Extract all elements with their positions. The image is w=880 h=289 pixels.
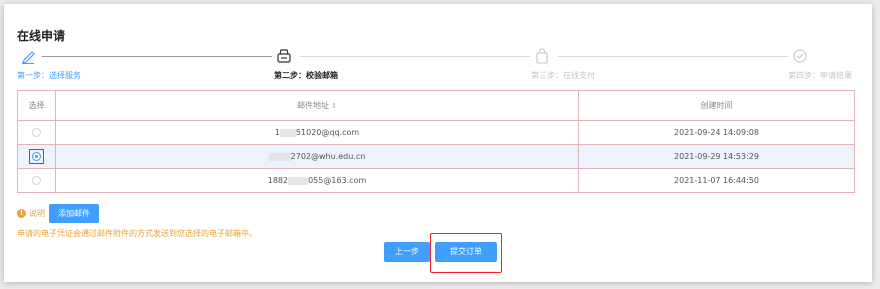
email-table: 选择 邮件地址 ⇕ 创建时间 1 51020@qq.com 2021-09-24 1…: [17, 90, 855, 193]
column-header-email[interactable]: 邮件地址 ⇕: [55, 90, 579, 121]
pencil-icon: [22, 51, 35, 64]
progress-steps: 第一步：选择服务 第二步：校验邮箱 第三步：在线支付 第四步：申请结果: [4, 48, 872, 80]
note-row: ! 说明 添加邮件: [17, 204, 99, 223]
email-cell: 2702@whu.edu.cn: [55, 144, 579, 169]
page-title: 在线申请: [17, 29, 66, 43]
previous-step-button[interactable]: 上一步: [384, 242, 430, 262]
row-select-cell[interactable]: [17, 144, 56, 169]
email-cell: 1882 055@163.com: [55, 168, 579, 193]
step-connector-2: [300, 56, 530, 57]
radio-button[interactable]: [32, 152, 41, 161]
time-cell: 2021-11-07 16:44:50: [578, 168, 855, 193]
email-suffix: 2702@whu.edu.cn: [290, 152, 366, 161]
table-row[interactable]: 2702@whu.edu.cn 2021-09-29 14:53:29: [17, 144, 855, 169]
application-panel: 在线申请 第一步：选择服务 第二步：校验邮箱 第三步：在线支付 第四步：申请结果: [4, 4, 872, 282]
column-header-email-label: 邮件地址: [297, 101, 330, 110]
sort-icon[interactable]: ⇕: [331, 102, 337, 110]
add-email-button[interactable]: 添加邮件: [49, 204, 99, 223]
redaction-mask: [268, 152, 291, 161]
table-row[interactable]: 1882 055@163.com 2021-11-07 16:44:50: [17, 168, 855, 193]
redaction-mask: [279, 128, 296, 137]
time-cell: 2021-09-24 14:09:08: [578, 120, 855, 145]
row-select-cell[interactable]: [17, 168, 56, 193]
step-label-1: 第一步：选择服务: [17, 71, 81, 80]
table-row[interactable]: 1 51020@qq.com 2021-09-24 14:09:08: [17, 120, 855, 145]
note-label: 说明: [29, 209, 45, 218]
time-cell: 2021-09-29 14:53:29: [578, 144, 855, 169]
step-label-4: 第四步：申请结果: [788, 71, 852, 80]
email-cell: 1 51020@qq.com: [55, 120, 579, 145]
submit-order-button[interactable]: 提交订单: [435, 242, 497, 262]
note-text: 申请的电子凭证会通过邮件附件的方式发送到您选择的电子邮箱中。: [17, 229, 257, 238]
step-label-2: 第二步：校验邮箱: [274, 71, 338, 80]
column-header-time: 创建时间: [578, 90, 855, 121]
check-circle-icon: [793, 49, 807, 63]
email-suffix: 51020@qq.com: [295, 128, 360, 137]
selected-highlight: [29, 149, 44, 164]
step-connector-3: [558, 56, 788, 57]
info-icon: !: [17, 209, 26, 218]
email-suffix: 055@163.com: [308, 176, 367, 185]
radio-button[interactable]: [32, 128, 41, 137]
step-connector-1: [42, 56, 272, 57]
email-prefix: 1882: [267, 176, 289, 185]
column-header-select: 选择: [17, 90, 56, 121]
row-select-cell[interactable]: [17, 120, 56, 145]
redaction-mask: [288, 176, 309, 185]
shopping-bag-icon: [536, 48, 548, 64]
radio-button[interactable]: [32, 176, 41, 185]
step-label-3: 第三步：在线支付: [531, 71, 595, 80]
mail-icon: [277, 49, 291, 63]
